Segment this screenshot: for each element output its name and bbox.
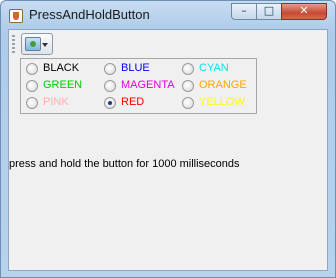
radio-circle[interactable] <box>104 97 116 109</box>
radio-circle[interactable] <box>182 97 194 109</box>
radio-orange[interactable]: ORANGE <box>179 77 257 94</box>
radio-cyan[interactable]: CYAN <box>179 60 257 77</box>
radio-label: YELLOW <box>199 96 245 108</box>
maximize-button[interactable]: □ <box>256 3 282 20</box>
radio-circle[interactable] <box>26 97 38 109</box>
radio-label: BLACK <box>43 62 80 74</box>
radio-red[interactable]: RED <box>101 94 179 111</box>
radio-label: RED <box>121 96 145 108</box>
chevron-down-icon <box>42 43 48 47</box>
radio-black[interactable]: BLACK <box>23 60 101 77</box>
radio-label: BLUE <box>121 62 150 74</box>
radio-label: MAGENTA <box>121 79 175 91</box>
radio-yellow[interactable]: YELLOW <box>179 94 257 111</box>
color-radio-panel: BLACK BLUE CYAN GREEN MAGENTA ORANGE PIN… <box>20 58 257 114</box>
radio-circle[interactable] <box>182 63 194 75</box>
app-window: PressAndHoldButton – □ ✕ BLACK BLUE CYAN <box>0 0 336 278</box>
press-and-hold-button[interactable] <box>21 33 53 55</box>
radio-label: ORANGE <box>199 79 247 91</box>
title-bar[interactable]: PressAndHoldButton – □ ✕ <box>1 1 335 29</box>
window-title: PressAndHoldButton <box>29 7 150 22</box>
close-button[interactable]: ✕ <box>281 3 327 20</box>
radio-label: CYAN <box>199 62 229 74</box>
radio-label: PINK <box>43 96 69 108</box>
radio-pink[interactable]: PINK <box>23 94 101 111</box>
status-message: press and hold the button for 1000 milli… <box>9 158 240 170</box>
content-pane: BLACK BLUE CYAN GREEN MAGENTA ORANGE PIN… <box>8 29 328 271</box>
radio-label: GREEN <box>43 79 83 91</box>
radio-green[interactable]: GREEN <box>23 77 101 94</box>
radio-circle[interactable] <box>182 80 194 92</box>
toolbar-grip-icon[interactable] <box>12 35 15 55</box>
radio-magenta[interactable]: MAGENTA <box>101 77 179 94</box>
radio-circle[interactable] <box>26 80 38 92</box>
radio-circle[interactable] <box>104 63 116 75</box>
radio-circle[interactable] <box>104 80 116 92</box>
image-icon <box>25 37 41 51</box>
java-cup-icon <box>9 9 23 23</box>
radio-blue[interactable]: BLUE <box>101 60 179 77</box>
minimize-button[interactable]: – <box>231 3 257 20</box>
radio-circle[interactable] <box>26 63 38 75</box>
